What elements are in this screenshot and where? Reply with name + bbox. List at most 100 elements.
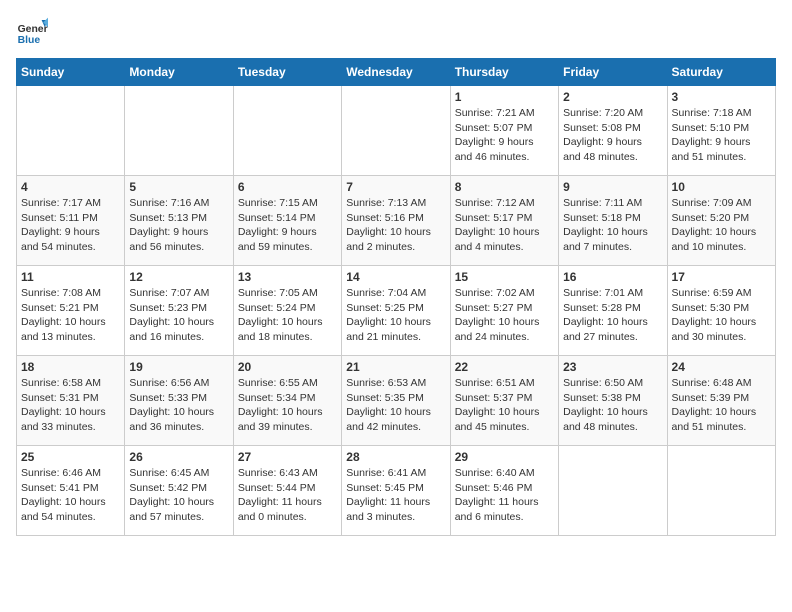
- calendar-cell: 14 Sunrise: 7:04 AMSunset: 5:25 PMDayligh…: [342, 266, 450, 356]
- day-number: 2: [563, 90, 662, 104]
- day-number: 21: [346, 360, 445, 374]
- day-info: Sunrise: 6:43 AMSunset: 5:44 PMDaylight:…: [238, 466, 337, 525]
- calendar-header-row: SundayMondayTuesdayWednesdayThursdayFrid…: [17, 59, 776, 86]
- day-info: Sunrise: 7:02 AMSunset: 5:27 PMDaylight:…: [455, 286, 554, 345]
- calendar-cell: 4Sunrise: 7:17 AMSunset: 5:11 PMDaylight…: [17, 176, 125, 266]
- day-number: 28: [346, 450, 445, 464]
- day-info: Sunrise: 6:48 AMSunset: 5:39 PMDaylight:…: [672, 376, 771, 435]
- calendar-cell: 5Sunrise: 7:16 AMSunset: 5:13 PMDaylight…: [125, 176, 233, 266]
- day-info: Sunrise: 7:15 AMSunset: 5:14 PMDaylight:…: [238, 196, 337, 255]
- column-header-monday: Monday: [125, 59, 233, 86]
- day-number: 27: [238, 450, 337, 464]
- day-info: Sunrise: 7:05 AMSunset: 5:24 PMDaylight:…: [238, 286, 337, 345]
- day-number: 3: [672, 90, 771, 104]
- day-info: Sunrise: 7:21 AMSunset: 5:07 PMDaylight:…: [455, 106, 554, 165]
- day-number: 10: [672, 180, 771, 194]
- day-info: Sunrise: 6:55 AMSunset: 5:34 PMDaylight:…: [238, 376, 337, 435]
- calendar-cell: 9Sunrise: 7:11 AMSunset: 5:18 PMDaylight…: [559, 176, 667, 266]
- calendar-cell: 22 Sunrise: 6:51 AMSunset: 5:37 PMDayligh…: [450, 356, 558, 446]
- day-info: Sunrise: 6:56 AMSunset: 5:33 PMDaylight:…: [129, 376, 228, 435]
- calendar-cell: [667, 446, 775, 536]
- week-row-3: 11Sunrise: 7:08 AMSunset: 5:21 PMDayligh…: [17, 266, 776, 356]
- day-info: Sunrise: 7:01 AMSunset: 5:28 PMDaylight:…: [563, 286, 662, 345]
- day-number: 16: [563, 270, 662, 284]
- day-number: 23: [563, 360, 662, 374]
- day-number: 14: [346, 270, 445, 284]
- calendar-cell: 10 Sunrise: 7:09 AMSunset: 5:20 PMDayligh…: [667, 176, 775, 266]
- calendar-cell: 19 Sunrise: 6:56 AMSunset: 5:33 PMDayligh…: [125, 356, 233, 446]
- day-number: 24: [672, 360, 771, 374]
- day-info: Sunrise: 7:09 AMSunset: 5:20 PMDaylight:…: [672, 196, 771, 255]
- column-header-wednesday: Wednesday: [342, 59, 450, 86]
- day-info: Sunrise: 7:13 AMSunset: 5:16 PMDaylight:…: [346, 196, 445, 255]
- day-number: 4: [21, 180, 120, 194]
- generalblue-logo-icon: General Blue: [16, 16, 48, 48]
- day-info: Sunrise: 6:53 AMSunset: 5:35 PMDaylight:…: [346, 376, 445, 435]
- day-info: Sunrise: 7:18 AMSunset: 5:10 PMDaylight:…: [672, 106, 771, 165]
- day-info: Sunrise: 7:04 AMSunset: 5:25 PMDaylight:…: [346, 286, 445, 345]
- calendar-cell: 16 Sunrise: 7:01 AMSunset: 5:28 PMDayligh…: [559, 266, 667, 356]
- day-number: 18: [21, 360, 120, 374]
- calendar-cell: 25 Sunrise: 6:46 AMSunset: 5:41 PMDayligh…: [17, 446, 125, 536]
- day-number: 11: [21, 270, 120, 284]
- day-number: 25: [21, 450, 120, 464]
- calendar-cell: 27 Sunrise: 6:43 AMSunset: 5:44 PMDayligh…: [233, 446, 341, 536]
- day-info: Sunrise: 6:58 AMSunset: 5:31 PMDaylight:…: [21, 376, 120, 435]
- day-info: Sunrise: 7:16 AMSunset: 5:13 PMDaylight:…: [129, 196, 228, 255]
- calendar-cell: 18 Sunrise: 6:58 AMSunset: 5:31 PMDayligh…: [17, 356, 125, 446]
- calendar-cell: 3 Sunrise: 7:18 AMSunset: 5:10 PMDaylight…: [667, 86, 775, 176]
- column-header-sunday: Sunday: [17, 59, 125, 86]
- calendar-cell: 11Sunrise: 7:08 AMSunset: 5:21 PMDayligh…: [17, 266, 125, 356]
- day-info: Sunrise: 6:40 AMSunset: 5:46 PMDaylight:…: [455, 466, 554, 525]
- calendar-cell: 12Sunrise: 7:07 AMSunset: 5:23 PMDayligh…: [125, 266, 233, 356]
- day-number: 15: [455, 270, 554, 284]
- day-info: Sunrise: 6:59 AMSunset: 5:30 PMDaylight:…: [672, 286, 771, 345]
- day-number: 29: [455, 450, 554, 464]
- week-row-2: 4Sunrise: 7:17 AMSunset: 5:11 PMDaylight…: [17, 176, 776, 266]
- day-number: 22: [455, 360, 554, 374]
- calendar-cell: 24 Sunrise: 6:48 AMSunset: 5:39 PMDayligh…: [667, 356, 775, 446]
- column-header-friday: Friday: [559, 59, 667, 86]
- calendar-cell: 20 Sunrise: 6:55 AMSunset: 5:34 PMDayligh…: [233, 356, 341, 446]
- week-row-4: 18 Sunrise: 6:58 AMSunset: 5:31 PMDayligh…: [17, 356, 776, 446]
- day-number: 26: [129, 450, 228, 464]
- calendar-cell: 17 Sunrise: 6:59 AMSunset: 5:30 PMDayligh…: [667, 266, 775, 356]
- calendar-cell: [559, 446, 667, 536]
- day-info: Sunrise: 6:51 AMSunset: 5:37 PMDaylight:…: [455, 376, 554, 435]
- day-number: 17: [672, 270, 771, 284]
- calendar-cell: 6 Sunrise: 7:15 AMSunset: 5:14 PMDaylight…: [233, 176, 341, 266]
- calendar-cell: [17, 86, 125, 176]
- calendar-cell: 7 Sunrise: 7:13 AMSunset: 5:16 PMDaylight…: [342, 176, 450, 266]
- page-header: General Blue: [16, 16, 776, 48]
- day-number: 19: [129, 360, 228, 374]
- day-info: Sunrise: 7:07 AMSunset: 5:23 PMDaylight:…: [129, 286, 228, 345]
- day-number: 7: [346, 180, 445, 194]
- svg-text:General: General: [18, 24, 48, 35]
- svg-text:Blue: Blue: [18, 35, 41, 46]
- column-header-saturday: Saturday: [667, 59, 775, 86]
- logo: General Blue: [16, 16, 48, 48]
- calendar-cell: [342, 86, 450, 176]
- calendar-cell: 13 Sunrise: 7:05 AMSunset: 5:24 PMDayligh…: [233, 266, 341, 356]
- week-row-5: 25 Sunrise: 6:46 AMSunset: 5:41 PMDayligh…: [17, 446, 776, 536]
- calendar-cell: 26Sunrise: 6:45 AMSunset: 5:42 PMDayligh…: [125, 446, 233, 536]
- week-row-1: 1 Sunrise: 7:21 AMSunset: 5:07 PMDaylight…: [17, 86, 776, 176]
- calendar-cell: 15 Sunrise: 7:02 AMSunset: 5:27 PMDayligh…: [450, 266, 558, 356]
- calendar-cell: 8Sunrise: 7:12 AMSunset: 5:17 PMDaylight…: [450, 176, 558, 266]
- day-number: 6: [238, 180, 337, 194]
- calendar-cell: 23 Sunrise: 6:50 AMSunset: 5:38 PMDayligh…: [559, 356, 667, 446]
- day-info: Sunrise: 6:46 AMSunset: 5:41 PMDaylight:…: [21, 466, 120, 525]
- column-header-tuesday: Tuesday: [233, 59, 341, 86]
- column-header-thursday: Thursday: [450, 59, 558, 86]
- day-info: Sunrise: 6:50 AMSunset: 5:38 PMDaylight:…: [563, 376, 662, 435]
- calendar-cell: [125, 86, 233, 176]
- day-info: Sunrise: 7:20 AMSunset: 5:08 PMDaylight:…: [563, 106, 662, 165]
- day-number: 13: [238, 270, 337, 284]
- day-number: 9: [563, 180, 662, 194]
- calendar-cell: 21 Sunrise: 6:53 AMSunset: 5:35 PMDayligh…: [342, 356, 450, 446]
- day-number: 20: [238, 360, 337, 374]
- calendar-cell: 29 Sunrise: 6:40 AMSunset: 5:46 PMDayligh…: [450, 446, 558, 536]
- calendar-cell: 2 Sunrise: 7:20 AMSunset: 5:08 PMDaylight…: [559, 86, 667, 176]
- calendar-cell: 1 Sunrise: 7:21 AMSunset: 5:07 PMDaylight…: [450, 86, 558, 176]
- day-number: 1: [455, 90, 554, 104]
